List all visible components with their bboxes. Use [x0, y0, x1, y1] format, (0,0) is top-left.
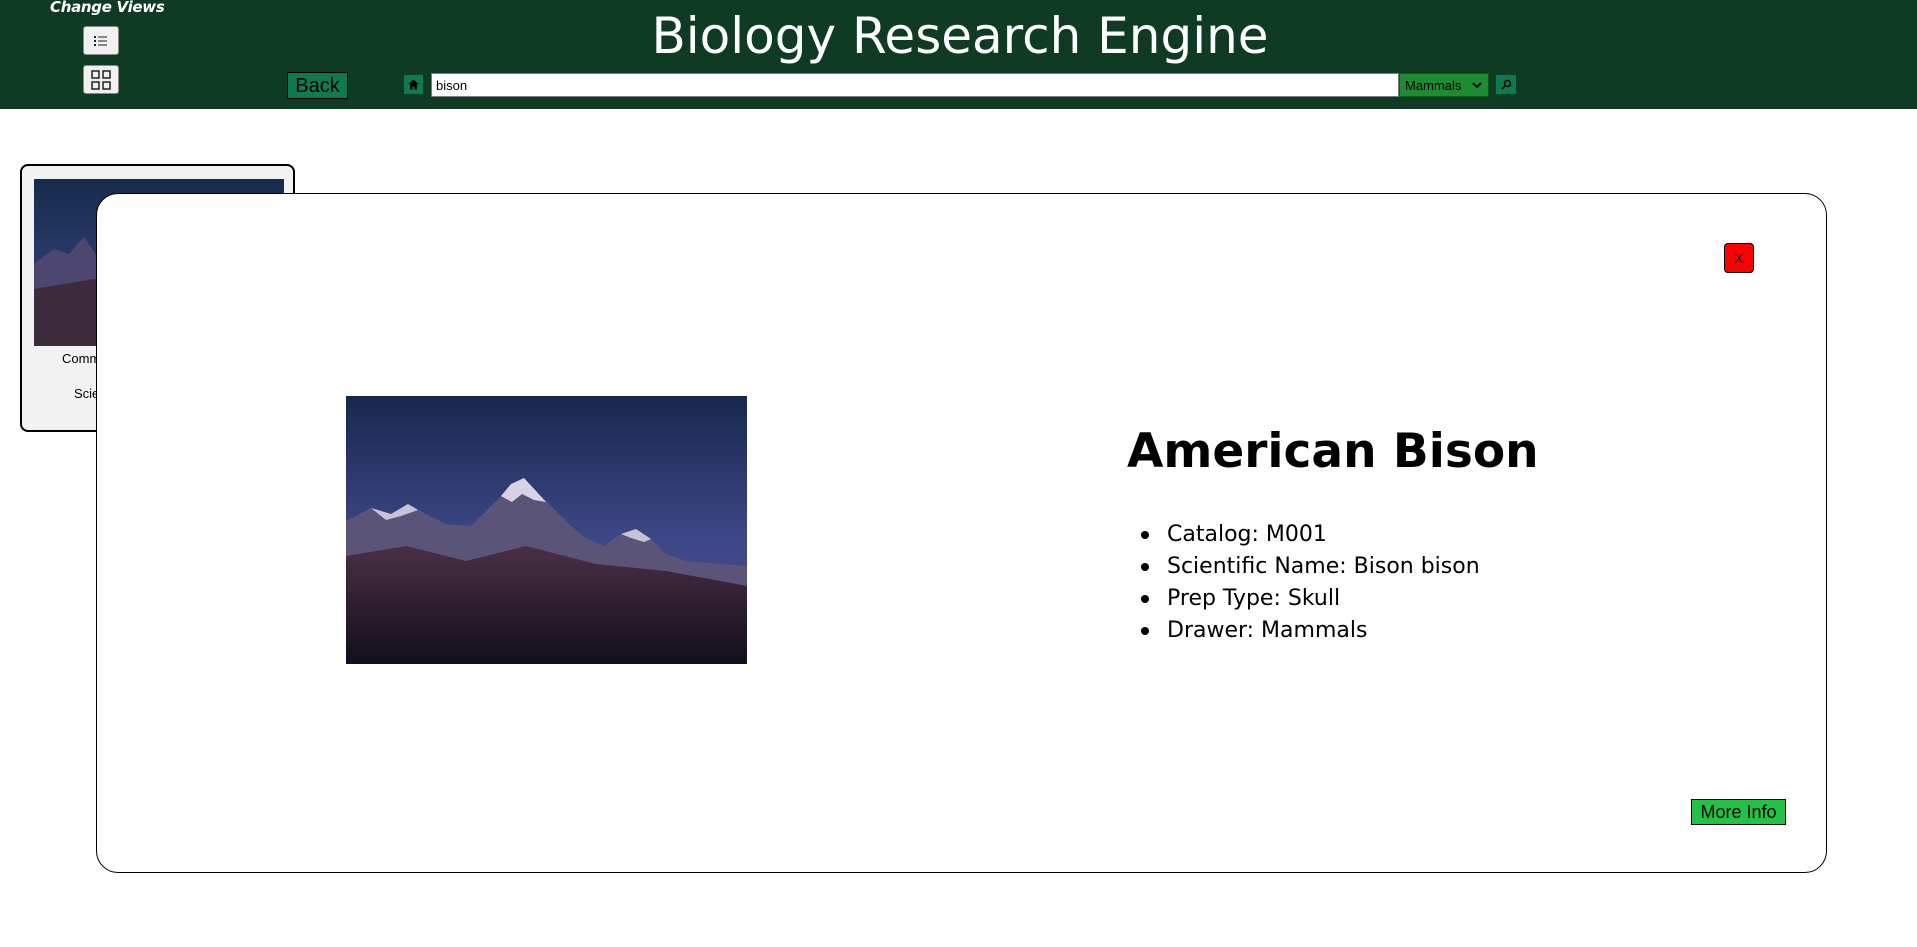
- search-button[interactable]: [1495, 74, 1517, 95]
- chevron-down-icon: [1472, 82, 1482, 89]
- detail-catalog: Catalog: M001: [1141, 519, 1480, 551]
- specimen-image: [346, 396, 747, 664]
- list-view-button[interactable]: [83, 26, 119, 55]
- drawer-select-value: Mammals: [1405, 77, 1462, 93]
- specimen-modal: X American Bison Catalog: M001 Scientifi…: [96, 193, 1827, 873]
- site-title: Biology Research Engine: [651, 7, 1269, 65]
- details-list: Catalog: M001 Scientific Name: Bison bis…: [1141, 519, 1480, 647]
- close-button[interactable]: X: [1724, 243, 1754, 273]
- detail-scientific-name: Scientific Name: Bison bison: [1141, 551, 1480, 583]
- back-button[interactable]: Back: [287, 72, 348, 99]
- list-icon: [94, 35, 107, 46]
- drawer-select[interactable]: Mammals: [1399, 73, 1489, 97]
- search-icon: [1500, 79, 1511, 90]
- species-title: American Bison: [1127, 424, 1539, 479]
- detail-prep-type: Prep Type: Skull: [1141, 583, 1480, 615]
- card-common-name: Comm: [62, 351, 101, 366]
- search-input[interactable]: [431, 73, 1399, 97]
- more-info-button[interactable]: More Info: [1691, 799, 1786, 825]
- change-views-label: Change Views: [50, 0, 165, 16]
- home-icon: [408, 79, 419, 90]
- home-button[interactable]: [403, 74, 424, 95]
- grid-icon: [91, 69, 111, 90]
- site-header: Change Views Biology Research Engine Bac…: [0, 0, 1917, 109]
- detail-drawer: Drawer: Mammals: [1141, 615, 1480, 647]
- grid-view-button[interactable]: [83, 65, 119, 94]
